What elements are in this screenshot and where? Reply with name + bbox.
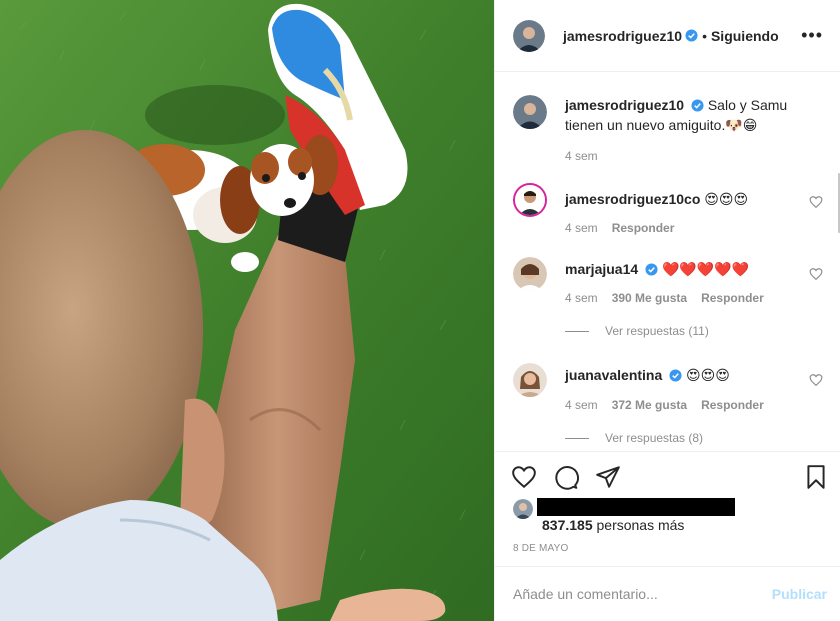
comment-likes[interactable]: 390 Me gusta [612,291,687,305]
comment-message: ❤️❤️❤️❤️❤️ [661,261,750,277]
replies-divider [565,438,589,440]
caption-author-avatar[interactable] [513,95,547,129]
verified-badge-icon [691,99,704,112]
liker-avatar[interactable] [513,499,533,519]
following-button[interactable]: Siguiendo [711,28,779,44]
reply-button[interactable]: Responder [612,221,675,235]
post-header: jamesrodriguez10 • Siguiendo ••• [495,0,840,72]
verified-badge-icon [645,263,658,276]
verified-badge-icon [669,369,682,382]
comment-time[interactable]: 4 sem [565,221,598,235]
commenter-avatar[interactable] [513,183,547,217]
paper-plane-icon[interactable] [595,464,621,490]
comment-row: marjajua14 ❤️❤️❤️❤️❤️ 4 sem 390 Me gusta R… [513,257,823,347]
post-date[interactable]: 8 DE MAYO [513,543,569,554]
author-username[interactable]: jamesrodriguez10 [563,28,682,44]
redacted-liker-name [537,498,735,516]
comment-meta: 4 sem 390 Me gusta Responder [565,291,778,305]
caption-emoji: 🐶😁 [725,117,758,133]
view-replies-label[interactable]: Ver respuestas (8) [605,431,703,445]
comment-icon[interactable] [553,464,579,490]
comment-like-heart-icon[interactable] [809,373,823,387]
caption-text: jamesrodriguez10 Salo y Samu tienen un n… [565,95,805,135]
caption-time[interactable]: 4 sem [565,149,598,163]
comment-time[interactable]: 4 sem [565,291,598,305]
reply-button[interactable]: Responder [701,398,764,412]
verified-badge-icon [685,29,698,42]
likes-summary: 837.185 personas más [513,496,833,538]
comment-text: juanavalentina 😍😍😍 [565,365,805,385]
likes-suffix: personas más [592,517,685,533]
likes-count[interactable]: 837.185 personas más [542,517,684,533]
add-comment-bar: Añade un comentario... Publicar [495,566,840,621]
view-replies-label[interactable]: Ver respuestas (11) [605,324,709,338]
comments-list[interactable]: jamesrodriguez10 Salo y Samu tienen un n… [495,73,840,450]
action-bar [495,451,840,499]
replies-divider [565,331,589,333]
comment-likes[interactable]: 372 Me gusta [612,398,687,412]
caption-username[interactable]: jamesrodriguez10 [565,97,684,113]
caption-row: jamesrodriguez10 Salo y Samu tienen un n… [513,95,823,165]
comment-like-heart-icon[interactable] [809,195,823,209]
post-photo[interactable] [0,0,494,621]
likes-number: 837.185 [542,517,593,533]
post-side-panel: jamesrodriguez10 • Siguiendo ••• jamesro… [494,0,840,621]
commenter-username[interactable]: jamesrodriguez10co [565,191,700,207]
comment-row: juanavalentina 😍😍😍 4 sem 372 Me gusta Resp… [513,363,823,450]
comment-text: jamesrodriguez10co 😍😍😍 [565,189,805,209]
commenter-username[interactable]: juanavalentina [565,367,662,383]
comment-meta: 4 sem 372 Me gusta Responder [565,398,778,412]
comment-message: 😍😍😍 [686,367,730,383]
view-replies[interactable]: Ver respuestas (8) [565,431,703,445]
publish-button[interactable]: Publicar [772,586,827,602]
comment-time[interactable]: 4 sem [565,398,598,412]
add-comment-input[interactable]: Añade un comentario... [513,586,658,602]
more-options-icon[interactable]: ••• [801,26,823,44]
header-separator: • [702,27,707,44]
reply-button[interactable]: Responder [701,291,764,305]
comment-like-heart-icon[interactable] [809,267,823,281]
view-replies[interactable]: Ver respuestas (11) [565,324,709,338]
caption-meta: 4 sem [565,149,612,163]
comment-row: jamesrodriguez10co 😍😍😍 4 sem Responder [513,183,823,243]
comment-message: 😍😍😍 [704,191,749,207]
commenter-avatar[interactable] [513,363,547,397]
photo-illustration [0,0,494,621]
comment-text: marjajua14 ❤️❤️❤️❤️❤️ [565,259,805,279]
author-avatar[interactable] [513,19,545,52]
comment-meta: 4 sem Responder [565,221,688,235]
commenter-avatar[interactable] [513,257,547,291]
heart-icon[interactable] [511,464,537,490]
commenter-username[interactable]: marjajua14 [565,261,638,277]
bookmark-icon[interactable] [803,464,829,490]
